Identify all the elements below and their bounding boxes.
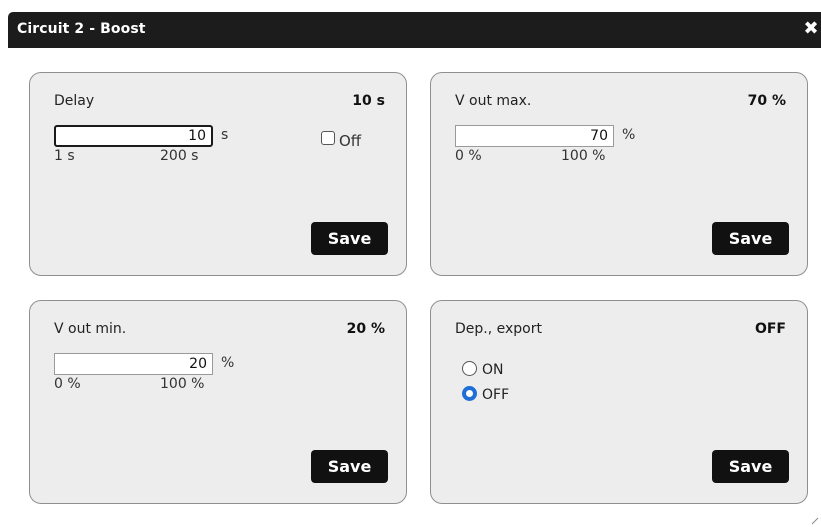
delay-unit: s (221, 127, 229, 143)
delay-off-checkbox[interactable] (321, 131, 335, 145)
dialog-titlebar: Circuit 2 - Boost ✖ (8, 12, 821, 48)
vout-min-min-label: 0 % (54, 376, 81, 392)
dep-export-on-radio[interactable] (462, 361, 477, 376)
vout-min-save-button[interactable]: Save (311, 450, 388, 483)
vout-max-max-label: 100 % (561, 148, 606, 164)
vout-min-max-label: 100 % (160, 376, 205, 392)
vout-max-unit: % (622, 127, 636, 143)
vout-max-input[interactable] (455, 125, 614, 147)
vout-max-min-label: 0 % (455, 148, 482, 164)
delay-max-label: 200 s (160, 148, 199, 164)
vout-min-current-value: 20 % (346, 321, 385, 337)
resize-grip-icon[interactable] (811, 517, 819, 525)
vout-max-save-button[interactable]: Save (712, 222, 789, 255)
delay-panel: Delay 10 s s 1 s 200 s Off Save (29, 72, 407, 276)
vout-max-label: V out max. (455, 93, 532, 109)
dep-export-save-button[interactable]: Save (712, 450, 789, 483)
delay-min-label: 1 s (54, 148, 75, 164)
dep-export-off-radio[interactable] (462, 386, 477, 401)
delay-input[interactable] (54, 125, 213, 147)
delay-label: Delay (54, 93, 95, 109)
close-icon[interactable]: ✖ (802, 19, 820, 39)
delay-current-value: 10 s (352, 93, 385, 109)
vout-min-input[interactable] (54, 353, 213, 375)
delay-off-label[interactable]: Off (339, 132, 361, 150)
dep-export-current-value: OFF (754, 321, 786, 337)
vout-min-label: V out min. (54, 321, 127, 337)
dep-export-on-label[interactable]: ON (482, 362, 504, 378)
vout-max-current-value: 70 % (747, 93, 786, 109)
dep-export-off-label[interactable]: OFF (482, 387, 509, 403)
delay-save-button[interactable]: Save (311, 222, 388, 255)
vout-min-panel: V out min. 20 % % 0 % 100 % Save (29, 300, 407, 504)
vout-min-unit: % (221, 355, 235, 371)
dep-export-panel: Dep., export OFF ON OFF Save (430, 300, 808, 504)
dep-export-label: Dep., export (455, 321, 542, 337)
vout-max-panel: V out max. 70 % % 0 % 100 % Save (430, 72, 808, 276)
dialog-title: Circuit 2 - Boost (17, 21, 146, 37)
